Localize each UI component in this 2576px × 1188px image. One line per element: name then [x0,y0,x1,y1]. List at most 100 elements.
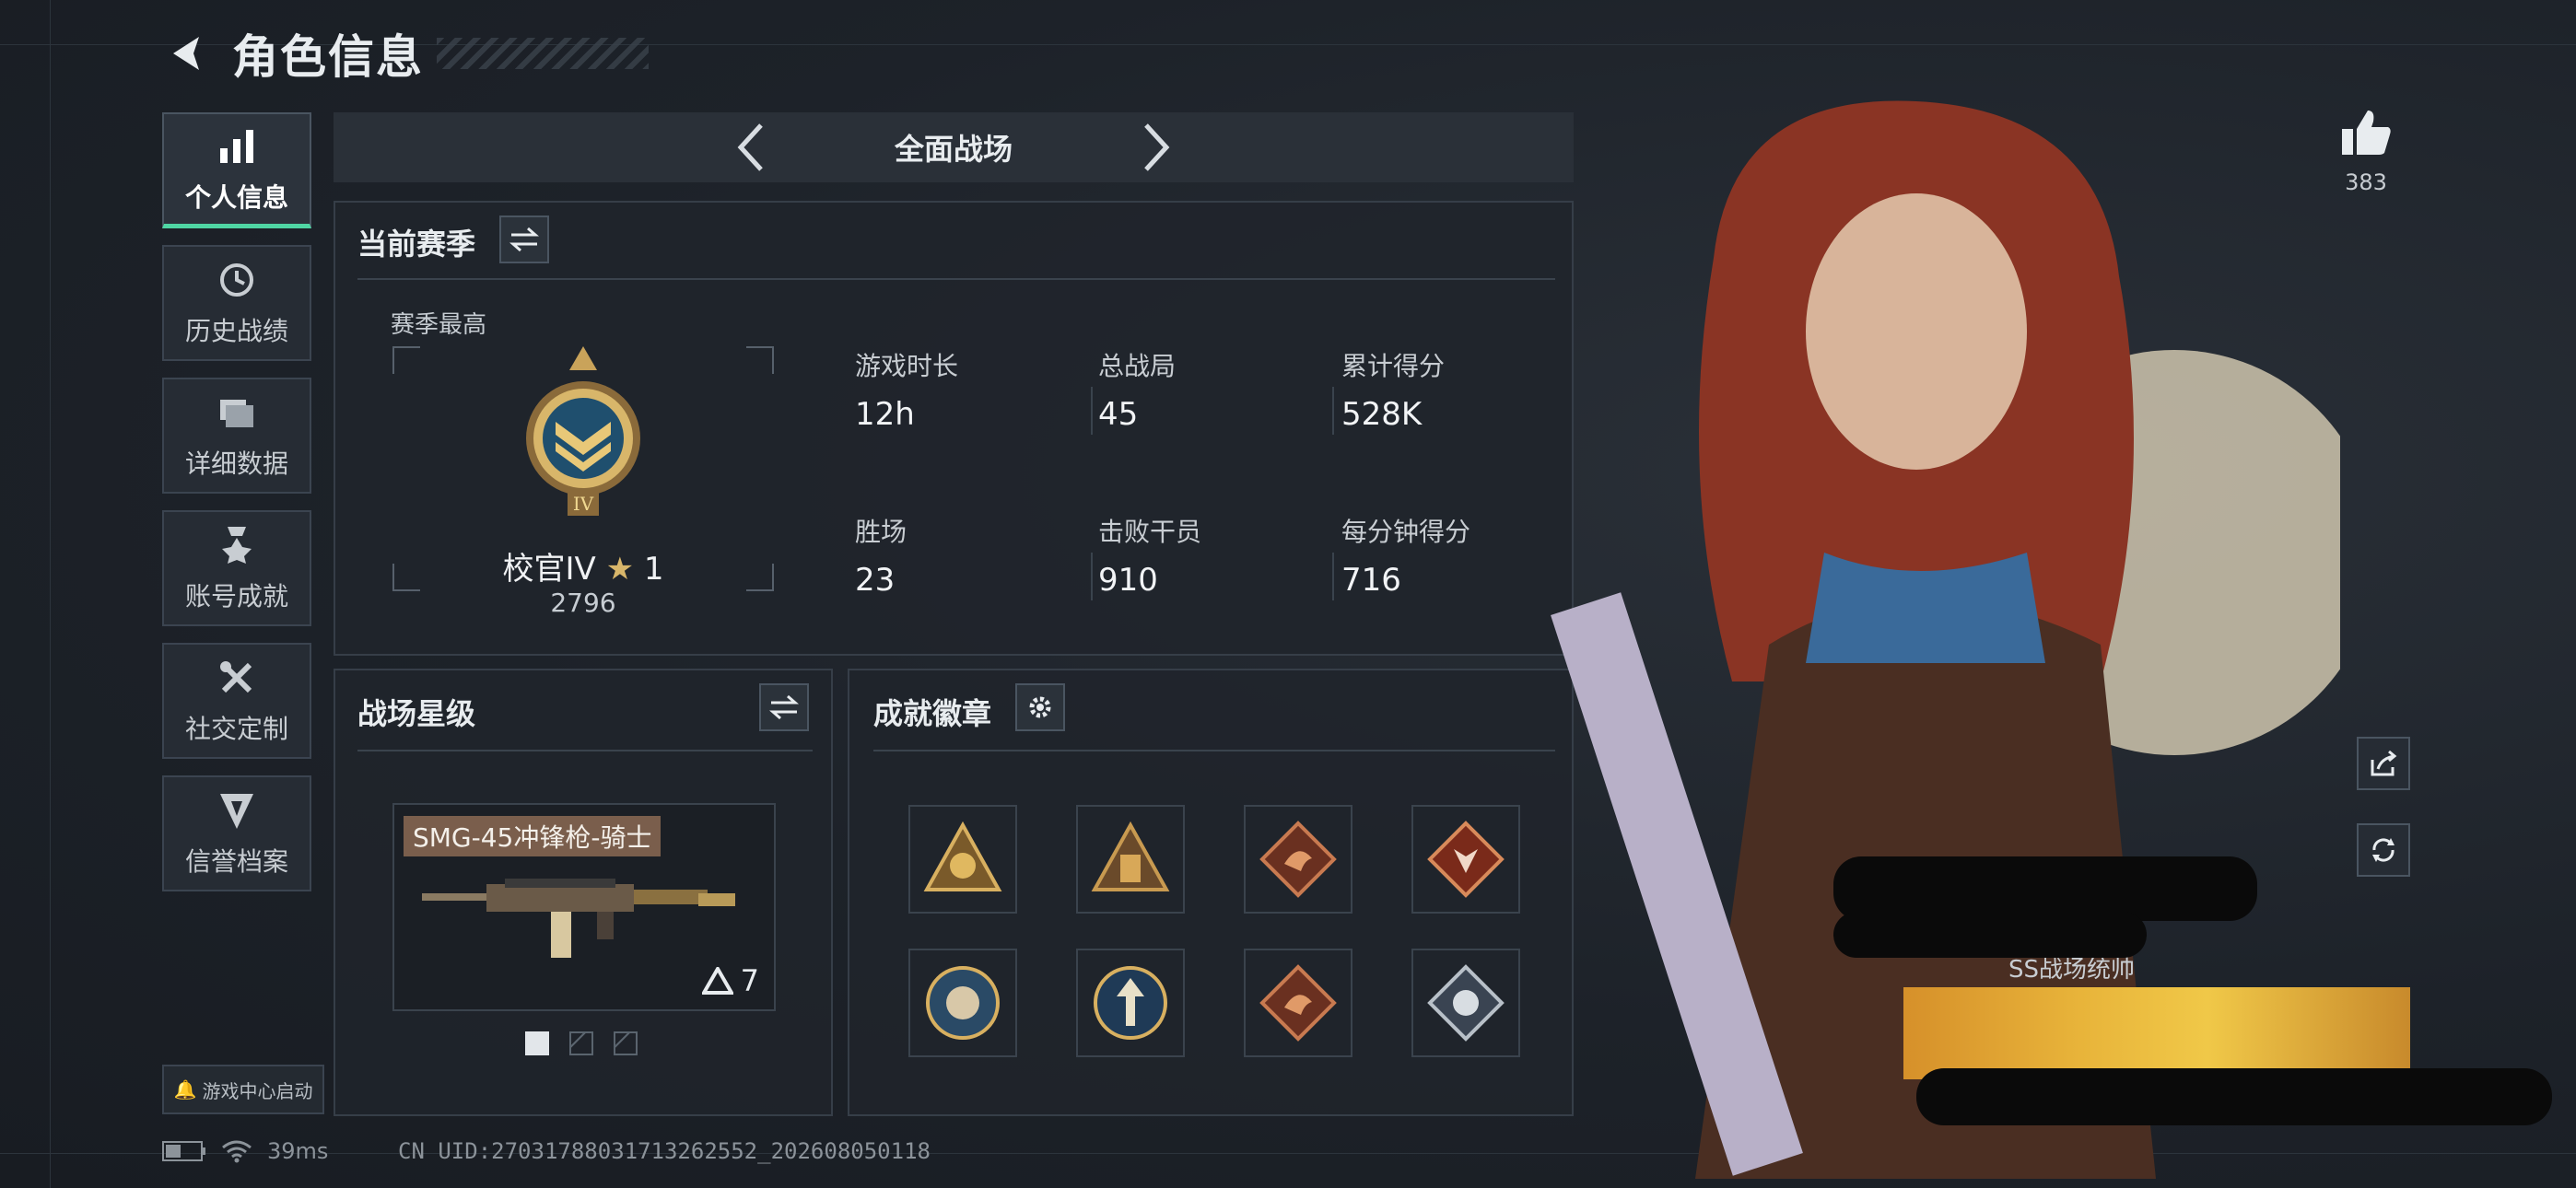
badge-slot-arrow[interactable] [1076,949,1185,1057]
ping-value: 39ms [267,1138,329,1164]
stat-label: 胜场 [855,517,907,547]
history-clock-icon [215,258,259,302]
page-title: 角色信息 [232,30,424,84]
redaction-mark [1833,912,2147,958]
share-button[interactable] [2357,737,2410,790]
sidebar-item-social[interactable]: 社交定制 [162,643,311,759]
stat-value: 23 [855,562,896,599]
season-swap-button[interactable] [499,215,549,263]
top-bar: 角色信息 [164,24,649,84]
launch-label: 游戏中心启动 [202,1079,313,1102]
page-dot[interactable] [525,1031,549,1055]
rank-stars: 1 [643,551,664,588]
frame-corner [392,346,420,374]
stat-value: 910 [1098,562,1158,599]
swap-icon [769,694,799,720]
rank-name-row: 校官IV ★ 1 [392,543,774,588]
back-button[interactable] [164,29,212,77]
sidebar-item-label: 信誉档案 [184,846,288,877]
mode-label: 全面战场 [894,132,1013,167]
soldiers-badge-icon [1091,821,1170,891]
rank-display: IV 校官IV ★ 1 2796 [392,346,774,618]
profile-banner[interactable] [1903,987,2410,1079]
badge-slot-fist[interactable] [908,805,1017,914]
weapon-pagination [525,1031,638,1055]
status-bar: 39ms [162,1138,328,1164]
game-center-launch-chip[interactable]: 🔔 游戏中心启动 [162,1065,324,1114]
achievement-badges-title: 成就徽章 [873,696,992,731]
weapon-card[interactable]: SMG-45冲锋枪-骑士 7 [392,803,776,1011]
stat-value: 45 [1098,396,1139,433]
back-arrow-icon [173,37,199,70]
wifi-icon [222,1140,252,1163]
season-best-label: 赛季最高 [391,311,487,339]
stat-play-time: 游戏时长 12h [855,346,1058,433]
refresh-icon [2372,838,2395,862]
fist-badge-icon [923,821,1002,891]
refresh-button[interactable] [2357,823,2410,877]
stat-separator [1091,387,1093,435]
mode-next-button[interactable] [1129,120,1184,175]
sidebar-item-label: 历史战绩 [184,316,288,346]
bell-icon: 🔔 [173,1078,197,1101]
gear-icon [1029,696,1051,718]
weapon-level: 7 [701,963,759,998]
arrow-badge-icon [1094,966,1167,1040]
redaction-mark [1916,1068,2552,1125]
sidebar-item-history[interactable]: 历史战绩 [162,245,311,361]
sidebar-item-label: 个人信息 [184,181,288,213]
stat-kills: 击败干员 910 [1098,512,1301,599]
sidebar-item-achievements[interactable]: 账号成就 [162,510,311,626]
share-icon [2371,750,2397,776]
rank-score: 2796 [550,588,616,618]
stat-separator [1332,387,1334,435]
battery-icon [162,1141,205,1161]
rank-emblem-icon: IV [526,346,640,516]
stat-total-matches: 总战局 45 [1098,346,1301,433]
badge-slot-lion[interactable] [908,949,1017,1057]
stat-label: 击败干员 [1098,517,1202,547]
battlefield-star-title: 战场星级 [357,696,476,731]
like-button[interactable]: 383 [2336,107,2395,195]
page-dot[interactable] [614,1031,638,1055]
svg-text:IV: IV [573,493,594,515]
smg-weapon-icon [422,879,735,958]
stat-separator [1332,553,1334,600]
user-uid: CN UID:2703178803171326255​2_20260805011… [398,1138,931,1164]
like-count: 383 [2345,169,2387,195]
thumbs-up-icon [2342,111,2391,155]
section-divider [357,278,1555,280]
swap-icon [509,227,539,252]
shield-icon [215,788,259,833]
page-dot[interactable] [569,1031,593,1055]
sidebar-item-credit[interactable]: 信誉档案 [162,775,311,891]
chevron-left-icon [737,123,763,171]
current-season-title: 当前赛季 [357,227,476,262]
lion-badge-icon [926,966,1000,1040]
badge-slot-dragon-1[interactable] [1244,805,1352,914]
dragon-badge-icon [1259,821,1337,898]
mode-prev-button[interactable] [723,120,779,175]
stat-value: 12h [855,396,915,433]
grid-line [50,0,51,1188]
frame-corner [746,346,774,374]
sidebar-item-details[interactable]: 详细数据 [162,378,311,494]
tier-icon [701,967,733,995]
bar-chart-icon [215,124,259,169]
folder-icon [215,390,259,435]
star-swap-button[interactable] [759,683,809,731]
tools-icon [215,656,259,700]
section-divider [873,750,1555,751]
dragon-badge-icon [1259,964,1337,1042]
sidebar-item-label: 详细数据 [184,448,288,479]
rank-name: 校官IV [502,551,596,588]
badge-settings-button[interactable] [1015,683,1065,731]
stat-label: 游戏时长 [855,351,959,381]
sidebar-item-personal-info[interactable]: 个人信息 [162,112,311,228]
stat-label: 总战局 [1098,351,1177,381]
mode-selector: 全面战场 [334,112,1574,182]
badge-slot-dragon-2[interactable] [1244,949,1352,1057]
badge-slot-soldiers[interactable] [1076,805,1185,914]
weapon-level-value: 7 [740,963,759,998]
weapon-name: SMG-45冲锋枪-骑士 [404,816,662,856]
